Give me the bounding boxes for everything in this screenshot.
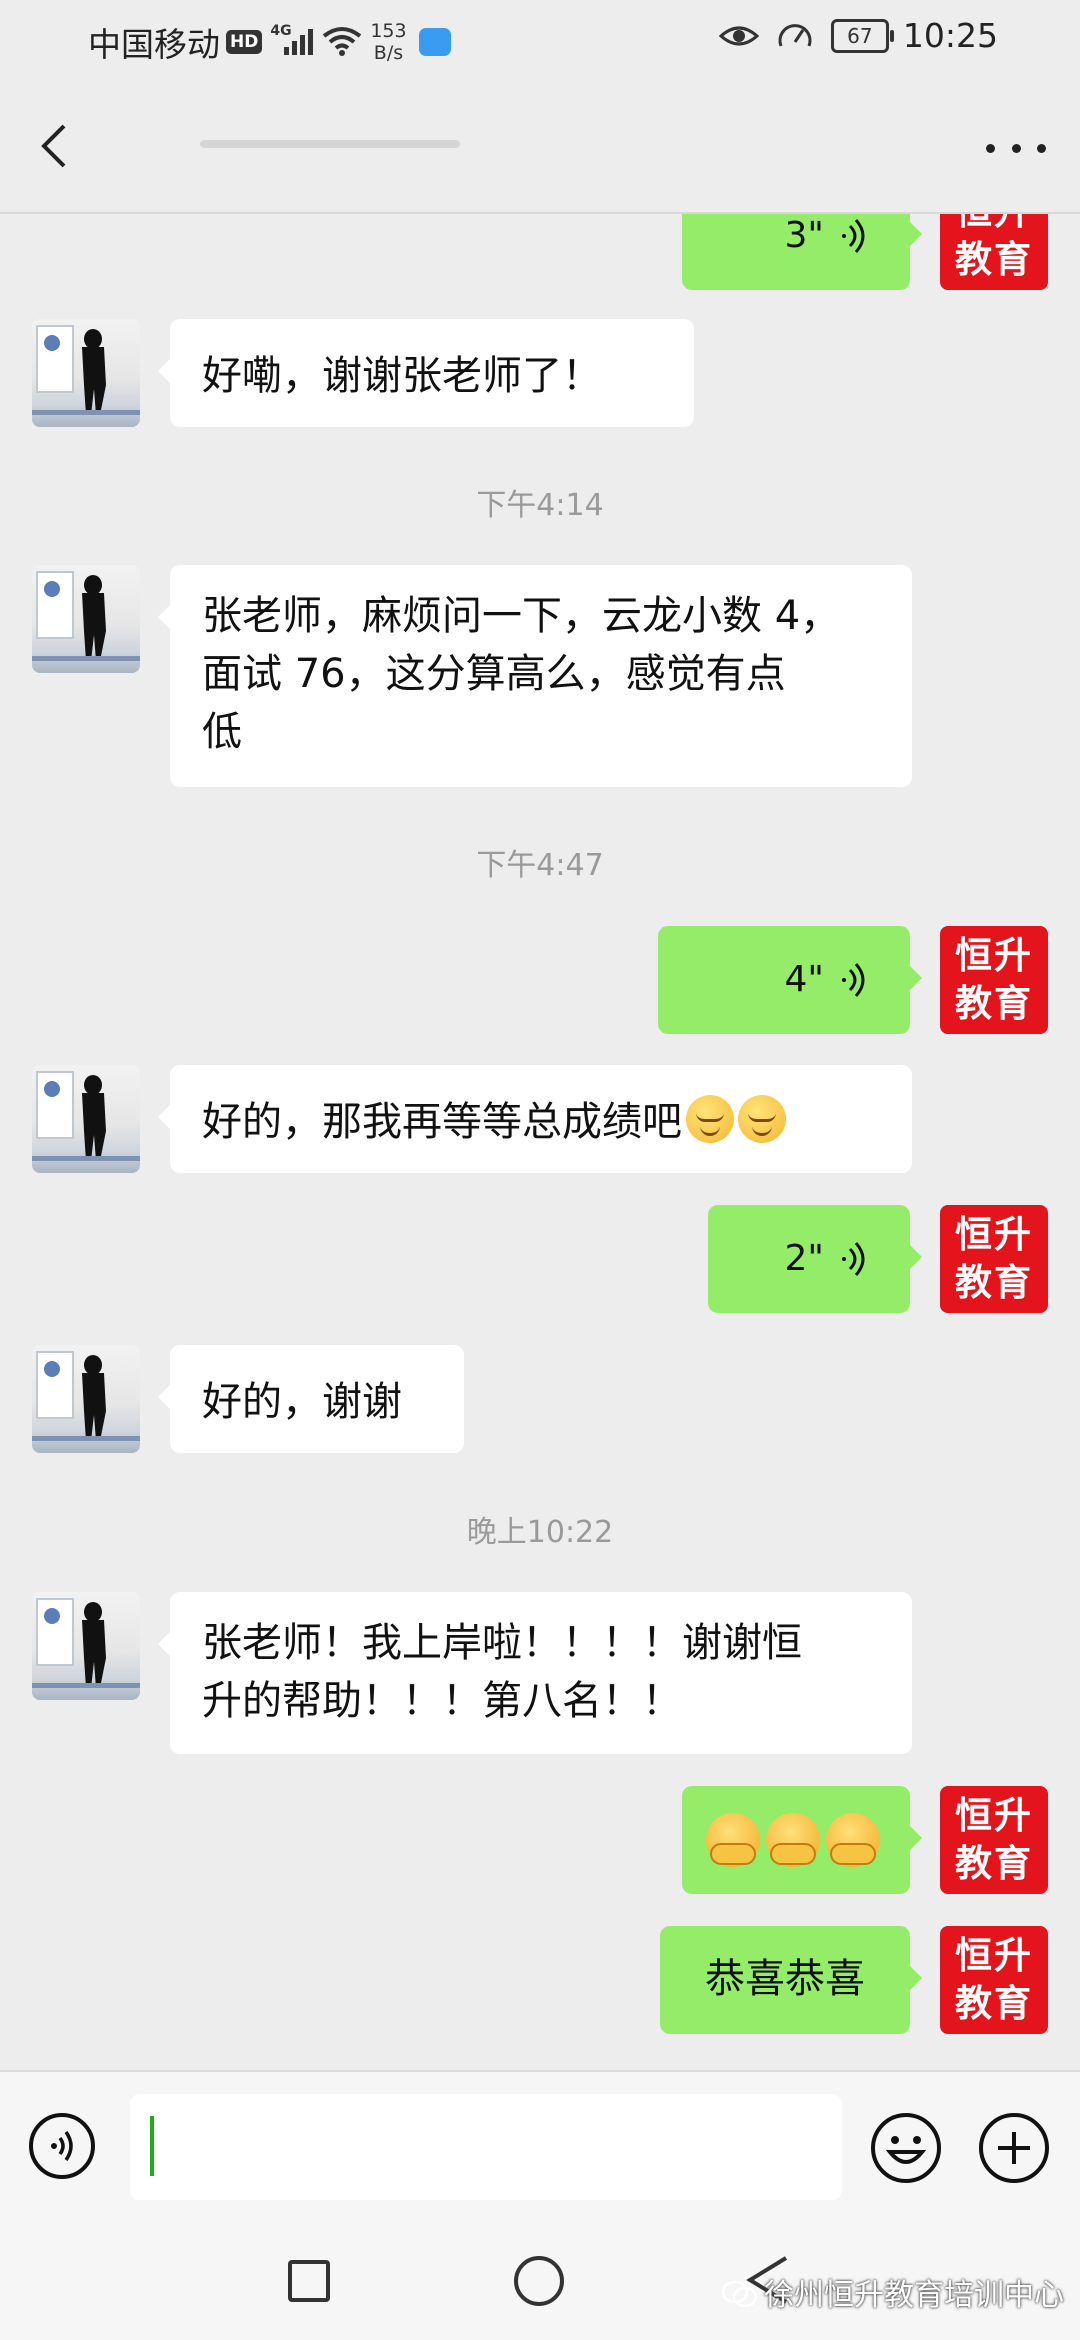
watermark-text: 徐州恒升教育培训中心 [764, 2278, 1064, 2313]
message-list[interactable]: 3" 恒升 教育 好嘞，谢谢张老师了！ 下午4:14 张老师，麻烦问一下，云龙小… [0, 212, 1080, 2070]
smile-emoji-icon [686, 1095, 734, 1143]
message-text: 恭喜恭喜 [705, 1956, 865, 2002]
chat-title [200, 122, 700, 162]
brand-avatar-line1: 恒升 [955, 934, 1033, 977]
brand-avatar-line2: 教育 [955, 1261, 1033, 1304]
emoji-message-bubble[interactable] [682, 1786, 922, 1894]
wechat-official-account-icon [721, 2280, 758, 2308]
text-message-bubble[interactable]: 张老师，麻烦问一下，云龙小数 4， 面试 76，这分算高么，感觉有点 低 [158, 565, 912, 787]
message-text: 好的，那我再等等总成绩吧 [202, 1099, 682, 1145]
message-text-line: 张老师！我上岸啦！！！！谢谢恒 [202, 1620, 802, 1666]
text-message-bubble[interactable]: 好嘞，谢谢张老师了！ [158, 319, 694, 427]
text-message-bubble[interactable]: 张老师！我上岸啦！！！！谢谢恒 升的帮助！！！第八名！！ [158, 1592, 912, 1754]
smile-emoji-icon [738, 1095, 786, 1143]
input-bar [0, 2070, 1080, 2222]
user-avatar[interactable] [32, 1065, 140, 1173]
blurred-title [200, 140, 460, 148]
message-row: 好的，那我再等等总成绩吧 [0, 1065, 1080, 1173]
brand-avatar-line1: 恒升 [955, 1213, 1033, 1256]
network-type: 4G [270, 23, 292, 39]
voice-message-bubble[interactable]: 4" [658, 926, 922, 1034]
voice-duration: 2" [784, 1238, 824, 1279]
cloud-app-icon [418, 28, 451, 56]
brand-avatar[interactable]: 恒升 教育 [940, 926, 1048, 1034]
battery-icon: 67 [830, 18, 894, 53]
gauge-icon [778, 23, 812, 47]
brand-avatar-line2: 教育 [955, 1842, 1033, 1885]
voice-wave-icon [842, 1242, 865, 1276]
brand-avatar-line1: 恒升 [955, 212, 1033, 233]
hug-emoji-icon [766, 1813, 820, 1867]
system-nav-bar: 徐州恒升教育培训中心 [0, 2220, 1080, 2340]
brand-avatar[interactable]: 恒升 教育 [940, 1786, 1048, 1894]
eye-comfort-icon [718, 26, 759, 45]
message-row: 3" 恒升 教育 [0, 212, 1080, 290]
message-text: 好的，谢谢 [202, 1379, 402, 1425]
hd-badge: HD [226, 30, 263, 54]
message-text-line: 张老师，麻烦问一下，云龙小数 4， [202, 593, 841, 639]
text-message-bubble[interactable]: 好的，那我再等等总成绩吧 [158, 1065, 912, 1173]
voice-duration: 4" [784, 959, 824, 1000]
chat-header [0, 82, 1080, 214]
user-avatar[interactable] [32, 1345, 140, 1453]
clock: 10:25 [902, 16, 998, 55]
brand-avatar-line2: 教育 [955, 238, 1033, 281]
brand-avatar-line2: 教育 [955, 982, 1033, 1025]
emoji-icon[interactable] [870, 2112, 942, 2184]
message-row: 好的，谢谢 [0, 1345, 1080, 1453]
net-speed: 153 B/s [370, 20, 406, 64]
message-text-line: 低 [202, 709, 242, 755]
message-row: 2" 恒升 教育 [0, 1205, 1080, 1313]
voice-input-icon[interactable] [28, 2112, 96, 2180]
voice-wave-icon [842, 963, 865, 997]
message-row: 恒升 教育 [0, 1786, 1080, 1894]
timestamp-label: 下午4:14 [476, 488, 604, 523]
message-text-line: 面试 76，这分算高么，感觉有点 [202, 651, 786, 697]
home-button[interactable] [514, 2256, 564, 2306]
timestamp-label: 下午4:47 [476, 848, 604, 883]
text-message-bubble[interactable]: 好的，谢谢 [158, 1345, 464, 1453]
brand-avatar-line1: 恒升 [955, 1934, 1033, 1977]
brand-avatar[interactable]: 恒升 教育 [940, 212, 1048, 290]
voice-duration: 3" [784, 215, 824, 256]
user-avatar[interactable] [32, 565, 140, 673]
hug-emoji-icon [826, 1813, 880, 1867]
brand-avatar-line2: 教育 [955, 1982, 1033, 2025]
brand-avatar[interactable]: 恒升 教育 [940, 1926, 1048, 2034]
net-speed-unit: B/s [373, 42, 404, 64]
voice-message-bubble[interactable]: 3" [682, 212, 922, 290]
message-text-line: 升的帮助！！！第八名！！ [202, 1678, 682, 1724]
message-text: 好嘞，谢谢张老师了！ [202, 353, 602, 399]
message-row: 恭喜恭喜 恒升 教育 [0, 1926, 1080, 2034]
user-avatar[interactable] [32, 319, 140, 427]
timestamp-label: 晚上10:22 [466, 1515, 614, 1550]
voice-message-bubble[interactable]: 2" [708, 1205, 922, 1313]
message-row: 好嘞，谢谢张老师了！ [0, 319, 1080, 427]
message-row: 张老师，麻烦问一下，云龙小数 4， 面试 76，这分算高么，感觉有点 低 [0, 565, 1080, 787]
brand-avatar-line1: 恒升 [955, 1794, 1033, 1837]
user-avatar[interactable] [32, 1592, 140, 1700]
signal-icon: 4G [270, 23, 314, 57]
message-row: 张老师！我上岸啦！！！！谢谢恒 升的帮助！！！第八名！！ [0, 1592, 1080, 1754]
plus-icon[interactable] [978, 2112, 1050, 2184]
voice-wave-icon [842, 219, 865, 253]
chevron-left-icon[interactable] [30, 116, 80, 176]
hug-emoji-icon [706, 1813, 760, 1867]
brand-avatar[interactable]: 恒升 教育 [940, 1205, 1048, 1313]
net-speed-value: 153 [370, 20, 407, 42]
message-row: 4" 恒升 教育 [0, 926, 1080, 1034]
carrier-name: 中国移动 [88, 25, 220, 64]
text-message-bubble[interactable]: 恭喜恭喜 [660, 1926, 922, 2034]
text-caret [150, 2116, 154, 2176]
message-input[interactable] [130, 2094, 842, 2200]
more-dots-icon[interactable] [986, 138, 1046, 158]
wifi-icon [323, 27, 362, 56]
recent-apps-button[interactable] [288, 2260, 330, 2302]
watermark: 徐州恒升教育培训中心 [720, 2270, 1064, 2314]
status-bar: 中国移动 HD 4G 153 B/s 67 10:25 [0, 0, 1080, 82]
